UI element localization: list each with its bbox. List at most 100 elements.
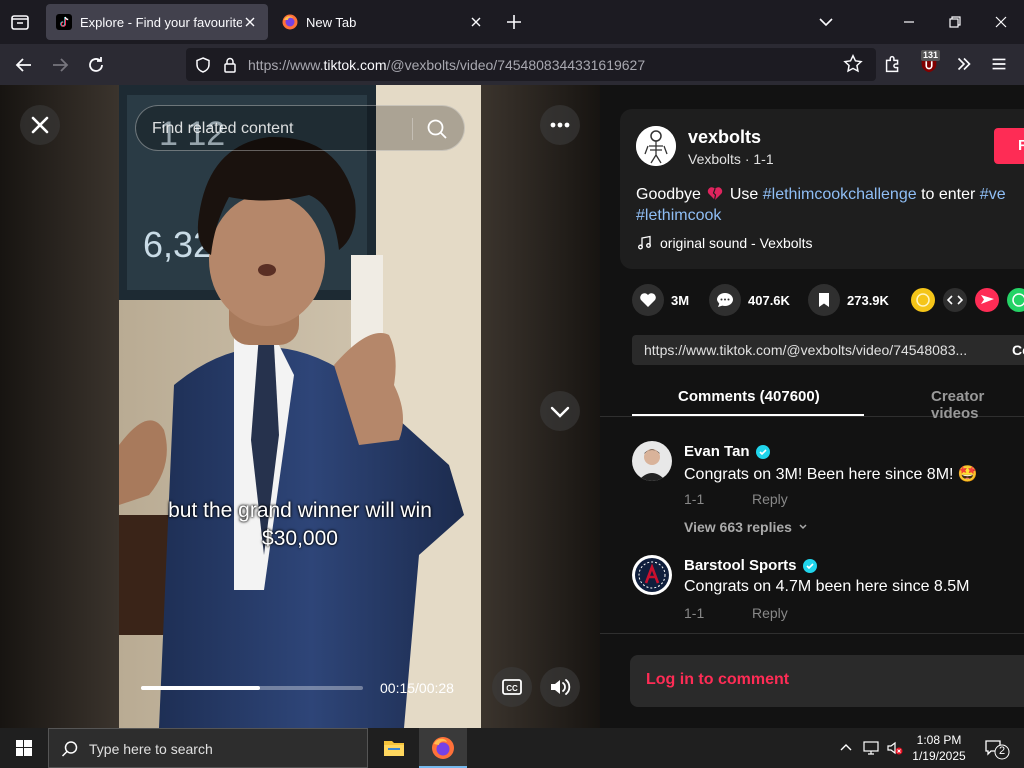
tracking-protection-shield-icon[interactable]: [194, 56, 212, 79]
list-all-tabs-chevron-icon[interactable]: [816, 12, 836, 32]
commenter-name[interactable]: Barstool Sports: [684, 557, 817, 574]
author-avatar[interactable]: [636, 126, 676, 166]
notification-count: 2: [998, 745, 1006, 757]
skeleton-avatar-icon: [636, 126, 676, 166]
embed-code-icon[interactable]: [943, 288, 967, 312]
speaker-icon: [551, 679, 571, 695]
video-content-illustration: 6,32 1 12: [119, 85, 481, 728]
video-details-panel: vexbolts Vexbolts · 1-1 F Goodbye Use #l…: [600, 85, 1024, 728]
more-options-button[interactable]: [540, 105, 580, 145]
tab-title: New Tab: [306, 14, 357, 30]
commenter-avatar[interactable]: [632, 555, 672, 595]
captions-button[interactable]: CC: [492, 667, 532, 707]
view-replies-button[interactable]: View 663 replies: [684, 519, 808, 535]
new-tab-plus-icon[interactable]: [504, 12, 524, 32]
send-to-friends-icon[interactable]: [975, 288, 999, 312]
verified-badge-icon: [802, 558, 817, 573]
reload-icon[interactable]: [84, 53, 108, 77]
comment-action[interactable]: 407.6K: [709, 284, 790, 316]
windows-start-icon[interactable]: [0, 728, 48, 768]
hashtag-link[interactable]: #ve: [980, 186, 1006, 203]
commenter-avatar[interactable]: [632, 441, 672, 481]
tab-new-tab[interactable]: New Tab: [272, 4, 494, 40]
show-hidden-icons-chevron-icon[interactable]: [838, 740, 854, 756]
restore-window-icon[interactable]: [945, 12, 965, 32]
video-blurred-backdrop-left: [0, 85, 119, 728]
save-action[interactable]: 273.9K: [808, 284, 889, 316]
windows-taskbar: Type here to search 1:08 PM 1/19/2025 2: [0, 728, 1024, 768]
navigation-toolbar: https://www.tiktok.com/@vexbolts/video/7…: [0, 44, 1024, 85]
comment-bubble-icon: [709, 284, 741, 316]
hashtag-link[interactable]: #lethimcookchallenge: [763, 186, 917, 203]
coin-share-icon[interactable]: [911, 288, 935, 312]
whatsapp-icon[interactable]: [1007, 288, 1024, 312]
video-frame[interactable]: 6,32 1 12: [119, 85, 481, 728]
search-icon: [61, 740, 79, 763]
author-username[interactable]: vexbolts: [688, 127, 761, 148]
reply-button[interactable]: Reply: [752, 491, 788, 507]
address-bar[interactable]: https://www.tiktok.com/@vexbolts/video/7…: [186, 48, 876, 81]
login-to-comment-box[interactable]: Log in to comment: [630, 655, 1024, 707]
close-video-button[interactable]: [20, 105, 60, 145]
close-window-icon[interactable]: [991, 12, 1011, 32]
overflow-chevrons-icon[interactable]: [953, 53, 977, 77]
tiktok-favicon-icon: [56, 14, 72, 30]
tab-creator-videos[interactable]: Creator videos: [931, 388, 1024, 422]
next-video-button[interactable]: [540, 391, 580, 431]
file-explorer-icon[interactable]: [370, 728, 418, 768]
firefox-favicon-icon: [282, 14, 298, 30]
author-card: vexbolts Vexbolts · 1-1 F Goodbye Use #l…: [620, 109, 1024, 269]
close-tab-icon[interactable]: [468, 14, 484, 30]
related-search-box[interactable]: [135, 105, 465, 151]
action-center-notification-icon[interactable]: 2: [984, 738, 1012, 760]
back-arrow-icon[interactable]: [12, 53, 36, 77]
volume-button[interactable]: [540, 667, 580, 707]
closed-captions-icon: CC: [502, 679, 522, 695]
extensions-puzzle-icon[interactable]: [882, 53, 906, 77]
like-action[interactable]: 3M: [632, 284, 689, 316]
video-description: Goodbye Use #lethimcookchallenge to ente…: [636, 186, 1006, 224]
active-tab-indicator: [632, 414, 864, 416]
firefox-taskbar-icon[interactable]: [419, 728, 467, 768]
bookmark-star-icon[interactable]: [842, 53, 866, 77]
taskbar-clock[interactable]: 1:08 PM 1/19/2025: [906, 732, 972, 764]
tab-list-icon[interactable]: [8, 10, 32, 34]
close-tab-icon[interactable]: [242, 14, 258, 30]
url-text[interactable]: https://www.tiktok.com/@vexbolts/video/7…: [248, 57, 645, 73]
author-nickname-date: Vexbolts · 1-1: [688, 151, 774, 167]
share-link-text[interactable]: https://www.tiktok.com/@vexbolts/video/7…: [644, 342, 994, 358]
tab-tiktok[interactable]: Explore - Find your favourite vid: [46, 4, 268, 40]
network-icon[interactable]: [862, 740, 879, 756]
chevron-down-icon: [550, 406, 570, 418]
volume-muted-icon[interactable]: [886, 740, 903, 756]
ellipsis-icon: [550, 122, 570, 128]
login-to-comment-link[interactable]: Log in to comment: [646, 671, 789, 689]
comment-text: Congrats on 4.7M been here since 8.5M: [684, 578, 970, 595]
forward-arrow-icon[interactable]: [48, 53, 72, 77]
hashtag-link[interactable]: #lethimcook: [636, 207, 721, 224]
music-link[interactable]: original sound - Vexbolts: [636, 235, 813, 251]
hamburger-menu-icon[interactable]: [988, 53, 1012, 77]
video-progress-bar[interactable]: [141, 686, 363, 690]
video-caption: but the grand winner will win $30,000: [168, 499, 432, 550]
tab-title: Explore - Find your favourite vid: [80, 14, 242, 30]
chevron-down-icon: [798, 519, 808, 535]
minimize-window-icon[interactable]: [899, 12, 919, 32]
search-icon[interactable]: [426, 118, 448, 140]
broken-heart-icon: [707, 186, 723, 201]
share-link-box: https://www.tiktok.com/@vexbolts/video/7…: [632, 335, 1024, 365]
close-icon: [31, 116, 49, 134]
follow-button[interactable]: F: [994, 128, 1024, 164]
taskbar-search-box[interactable]: Type here to search: [48, 728, 368, 768]
video-progress-fill: [141, 686, 260, 690]
music-note-icon: [636, 235, 652, 251]
commenter-name[interactable]: Evan Tan: [684, 443, 770, 460]
comments-tabs: Comments (407600) Creator videos: [600, 375, 1024, 422]
related-search-input[interactable]: [152, 118, 402, 140]
copy-link-button[interactable]: Co: [1012, 342, 1024, 358]
reply-button[interactable]: Reply: [752, 605, 788, 621]
bookmark-icon: [808, 284, 840, 316]
tab-comments[interactable]: Comments (407600): [678, 388, 820, 405]
like-count: 3M: [671, 292, 690, 308]
lock-icon[interactable]: [222, 56, 238, 79]
